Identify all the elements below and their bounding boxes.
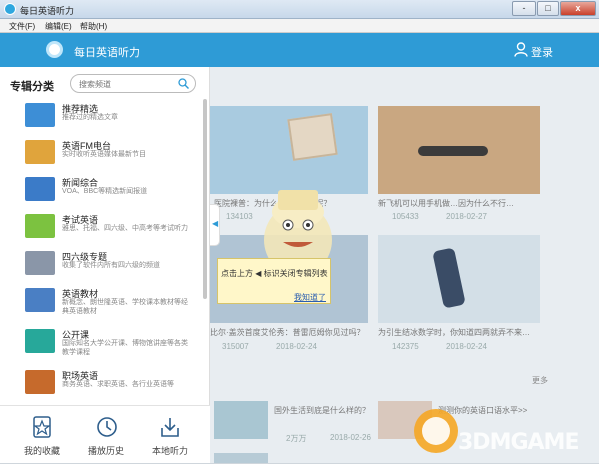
list-thumbnail[interactable]: [214, 401, 268, 439]
more-link[interactable]: 更多: [532, 375, 548, 386]
category-desc: VOA、BBC等精选新闻报道: [62, 188, 148, 195]
card-caption[interactable]: 为引生结冰数学时，你知道四两就弄不来…: [378, 327, 530, 338]
category-desc: 收集了软件内所有四六级的频道: [62, 262, 160, 269]
search-icon[interactable]: [178, 78, 189, 89]
tooltip-text: 点击上方 ◀ 标识关闭专辑列表: [221, 269, 328, 278]
card-date: 2018-02-24: [446, 342, 487, 351]
card-views: 105433: [392, 212, 419, 221]
category-sidebar: 专辑分类 推荐精选 推荐过的精选文章 英语FM电台 实时收听英语媒体最新节目 新…: [0, 67, 210, 463]
list-item-date: 2018-02-26: [330, 433, 371, 442]
recommended-icon: [25, 103, 55, 127]
category-desc: 雅思、托福、四六级、中高考等考试听力: [62, 225, 188, 232]
sidebar-scrollbar[interactable]: [203, 99, 207, 299]
maximize-button[interactable]: □: [537, 1, 559, 16]
clock-icon: [97, 417, 117, 437]
category-item-recommended[interactable]: 推荐精选 推荐过的精选文章: [0, 99, 204, 136]
download-icon: [161, 418, 179, 437]
star-icon: [33, 416, 51, 438]
hint-tooltip: 点击上方 ◀ 标识关闭专辑列表 我知道了: [217, 258, 331, 304]
list-thumbnail[interactable]: [214, 453, 268, 463]
card-caption[interactable]: 比尔·盖茨首度艾伦秀：普雷厄姆你见过吗？: [210, 327, 365, 338]
category-item-news[interactable]: 新闻综合 VOA、BBC等精选新闻报道: [0, 173, 204, 210]
card-date: 2018-02-27: [446, 212, 487, 221]
nav-favorites[interactable]: 我的收藏: [12, 406, 72, 464]
card-views: 315007: [222, 342, 249, 351]
category-desc: 实时收听英语媒体最新节目: [62, 151, 146, 158]
radio-icon: [25, 140, 55, 164]
menu-bar: 文件(F) 编辑(E) 帮助(H): [0, 19, 599, 33]
card-date: 2018-02-24: [276, 342, 317, 351]
minimize-button[interactable]: -: [512, 1, 536, 16]
menu-file[interactable]: 文件(F): [9, 21, 35, 32]
user-icon[interactable]: [514, 42, 528, 57]
app-logo-icon: [4, 3, 16, 15]
card-views: 142375: [392, 342, 419, 351]
textbook-icon: [25, 288, 55, 312]
login-button[interactable]: 登录: [531, 44, 553, 60]
bottom-nav: 我的收藏 播放历史 本地听力: [0, 405, 210, 463]
category-item-textbook[interactable]: 英语教材 新概念、朗世隆英语、学校课本教材等经典英语教材: [0, 284, 204, 321]
app-logo: [46, 41, 63, 58]
content-card[interactable]: [378, 235, 540, 323]
graduation-cap-icon: [25, 329, 55, 353]
nav-favorites-label: 我的收藏: [23, 446, 60, 456]
category-item-fm-radio[interactable]: 英语FM电台 实时收听英语媒体最新节目: [0, 136, 204, 173]
nav-history[interactable]: 播放历史: [76, 406, 136, 464]
category-list: 推荐精选 推荐过的精选文章 英语FM电台 实时收听英语媒体最新节目 新闻综合 V…: [0, 99, 204, 401]
app-header: 每日英语听力 登录: [0, 33, 599, 67]
cet-icon: [25, 251, 55, 275]
window-titlebar: 每日英语听力 - □ x: [0, 0, 599, 19]
card-caption[interactable]: 新飞机可以用手机做…因为什么不行…: [378, 198, 514, 209]
airplane-illustration: [418, 146, 488, 156]
sidebar-collapse-tab[interactable]: ◀: [210, 204, 220, 246]
menu-edit[interactable]: 编辑(E): [45, 21, 72, 32]
nav-history-label: 播放历史: [87, 446, 124, 456]
nav-local-label: 本地听力: [151, 446, 188, 456]
menu-help[interactable]: 帮助(H): [80, 21, 107, 32]
list-item-views: 2万万: [286, 434, 307, 443]
list-item-caption[interactable]: 国外生活到底是什么样的？: [274, 405, 370, 416]
category-item-open-course[interactable]: 公开课 国际知名大学公开课、博物馆讲座等各类教学课程: [0, 325, 204, 362]
watermark-text: 3DMGAME: [458, 430, 579, 455]
category-desc: 推荐过的精选文章: [62, 114, 118, 121]
sidebar-title: 专辑分类: [10, 81, 54, 93]
tooltip-dismiss-link[interactable]: 我知道了: [294, 292, 326, 303]
category-item-cet[interactable]: 四六级专题 收集了软件内所有四六级的频道: [0, 247, 204, 284]
close-button[interactable]: x: [560, 1, 596, 16]
app-name: 每日英语听力: [74, 47, 140, 59]
channel-search[interactable]: [70, 74, 196, 93]
category-item-exam[interactable]: 考试英语 雅思、托福、四六级、中高考等考试听力: [0, 210, 204, 247]
window-title: 每日英语听力: [20, 6, 75, 16]
exam-paper-icon: [25, 214, 55, 238]
category-desc: 新概念、朗世隆英语、学校课本教材等经典英语教材: [62, 299, 188, 315]
category-desc: 商务英语、求职英语、各行业英语等: [62, 381, 174, 388]
content-card[interactable]: [378, 106, 540, 194]
nav-local[interactable]: 本地听力: [140, 406, 200, 464]
calendar-illustration: [287, 113, 338, 161]
newspaper-icon: [25, 177, 55, 201]
category-item-workplace[interactable]: 职场英语 商务英语、求职英语、各行业英语等: [0, 366, 204, 401]
briefcase-icon: [25, 370, 55, 394]
search-input[interactable]: [79, 78, 175, 90]
category-desc: 国际知名大学公开课、博物馆讲座等各类教学课程: [62, 340, 188, 356]
collapse-arrow-icon: ◀: [212, 219, 219, 228]
